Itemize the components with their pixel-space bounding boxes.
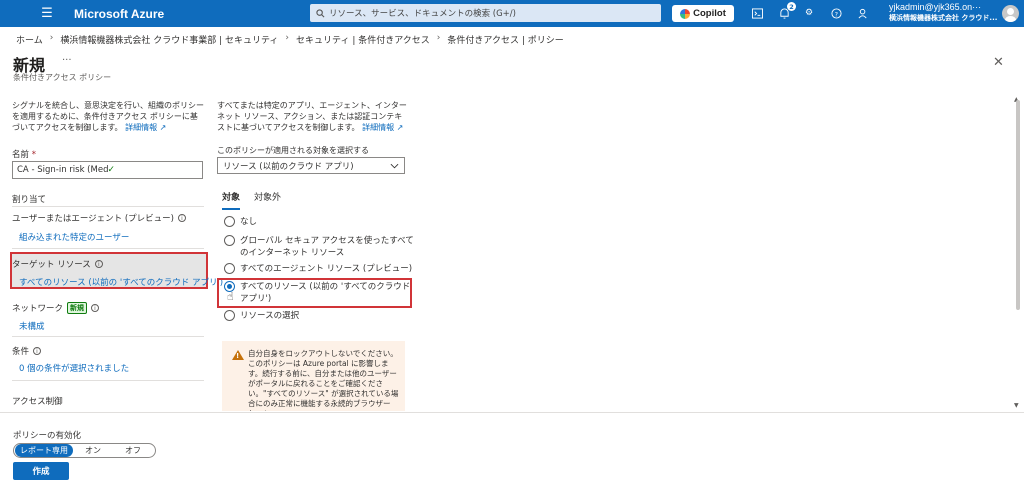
page-subtitle: 条件付きアクセス ポリシー [13,73,112,82]
divider [12,206,204,207]
account-name: yjkadmin@yjk365.on··· [889,2,982,12]
scope-label: このポリシーが適用される対象を選択する [217,146,369,155]
help-icon[interactable]: ? [827,4,845,22]
name-label: 名前 * [12,148,36,160]
breadcrumb-conditional-access[interactable]: セキュリティ | 条件付きアクセス [296,33,430,46]
breadcrumb-separator: › [436,33,441,43]
conditions-label-text: 条件 [12,347,30,357]
option-label: グローバル セキュア アクセスを使ったすべてのインターネット リソース [240,236,414,258]
left-intro: シグナルを統合し、意思決定を行い、組織のポリシーを適用するために、条件付きアクセ… [12,100,204,133]
radio-button[interactable] [224,235,235,246]
info-icon[interactable]: i [33,347,42,355]
toggle-report-only[interactable]: レポート専用 [15,444,73,457]
target-resources-label-text: ターゲット リソース [12,260,91,270]
copilot-label: Copilot [693,8,726,19]
right-intro: すべてまたは特定のアプリ、エージェント、インターネット リソース、アクション、ま… [217,100,410,133]
radio-button[interactable] [224,263,235,274]
option-none[interactable]: なし [224,216,414,228]
notification-badge: 2 [787,2,796,11]
divider [12,248,204,249]
cloud-shell-icon[interactable] [748,4,766,22]
scope-dropdown-value: リソース (以前のクラウド アプリ) [223,161,354,172]
access-controls-heading: アクセス制御 [12,397,63,407]
divider [12,380,204,381]
users-label-text: ユーザーまたはエージェント (プレビュー) [12,214,174,224]
tab-include[interactable]: 対象 [222,190,241,210]
account-org: 横浜情報機器株式会社 クラウド... [889,14,998,22]
new-badge: 新規 [67,302,88,314]
users-label: ユーザーまたはエージェント (プレビュー) i [12,212,186,224]
external-link-icon: ↗ [159,123,167,132]
settings-icon[interactable]: ⚙ [800,4,818,22]
scroll-down-arrow[interactable]: ▼ [1014,402,1019,409]
copilot-icon [680,8,691,19]
notifications-icon[interactable]: 2 [775,2,796,22]
include-exclude-tabs: 対象 対象外 [222,190,281,210]
breadcrumb-home[interactable]: ホーム [16,33,43,46]
avatar[interactable] [1002,5,1019,22]
left-learn-more-link[interactable]: 詳細情報 [125,123,157,132]
radio-button[interactable] [224,216,235,227]
toggle-on[interactable]: オン [73,444,113,457]
target-resources-label: ターゲット リソース i [12,258,103,270]
scrollbar-thumb[interactable] [1016,100,1020,310]
network-label: ネットワーク 新規 i [12,302,100,314]
required-marker: * [31,150,36,160]
search-input[interactable]: リソース、サービス、ドキュメントの検索 (G+/) [310,4,661,22]
network-link[interactable]: 未構成 [19,320,45,332]
radio-button[interactable] [224,310,235,321]
enable-policy-label: ポリシーの有効化 [13,431,82,441]
breadcrumb-separator: › [49,33,54,43]
option-label: すべてのエージェント リソース (プレビュー) [240,264,413,274]
policy-name-input[interactable]: CA - Sign-in risk (Medium+) require ··· … [12,161,203,179]
warning-icon [232,350,244,361]
name-label-text: 名前 [12,150,30,160]
option-internet-resources[interactable]: グローバル セキュア アクセスを使ったすべてのインターネット リソース [224,235,414,259]
option-label: なし [240,217,258,227]
tab-exclude[interactable]: 対象外 [254,190,281,210]
policy-name-value: CA - Sign-in risk (Medium+) require ··· [17,165,108,175]
target-resources-link[interactable]: すべてのリソース (以前の 'すべてのクラウド アプリ') [19,276,223,288]
lockout-warning: 自分自身をロックアウトしないでください。このポリシーは Azure portal… [222,341,405,411]
breadcrumb-separator: › [285,33,290,43]
brand-title[interactable]: Microsoft Azure [74,7,294,21]
toggle-off[interactable]: オフ [113,444,153,457]
chevron-down-icon [390,163,399,168]
hand-cursor-icon: ☝ [227,290,234,303]
option-all-resources[interactable]: すべてのリソース (以前の 'すべてのクラウド アプリ') [224,281,414,305]
option-label: リソースの選択 [240,311,300,321]
divider [12,336,204,337]
warning-text: 自分自身をロックアウトしないでください。このポリシーは Azure portal… [248,349,399,411]
scope-dropdown[interactable]: リソース (以前のクラウド アプリ) [217,157,405,174]
info-icon[interactable]: i [94,260,103,268]
feedback-icon[interactable] [854,4,872,22]
more-options-button[interactable]: ··· [62,55,72,66]
menu-icon[interactable]: ☰ [30,0,64,27]
option-agent-resources[interactable]: すべてのエージェント リソース (プレビュー) [224,263,414,275]
breadcrumb-policies[interactable]: 条件付きアクセス | ポリシー [447,33,563,46]
option-select-resources[interactable]: リソースの選択 [224,310,414,322]
network-label-text: ネットワーク [12,304,64,314]
close-button[interactable]: ✕ [993,55,1004,70]
breadcrumb: ホーム › 横浜情報機器株式会社 クラウド事業部 | セキュリティ › セキュリ… [16,33,564,46]
users-link[interactable]: 組み込まれた特定のユーザー [19,231,129,243]
checkmark-icon: ✓ [107,165,116,175]
info-icon[interactable]: i [91,304,100,312]
info-icon[interactable]: i [178,214,186,222]
right-learn-more-link[interactable]: 詳細情報 [362,123,394,132]
external-link-icon: ↗ [396,123,404,132]
create-button[interactable]: 作成 [13,462,69,480]
breadcrumb-security[interactable]: 横浜情報機器株式会社 クラウド事業部 | セキュリティ [60,33,278,46]
search-icon [316,8,325,17]
assignments-heading: 割り当て [12,195,47,205]
copilot-button[interactable]: Copilot [672,5,734,22]
svg-text:?: ? [834,10,837,18]
conditions-link[interactable]: 0 個の条件が選択されました [19,362,129,374]
option-label: すべてのリソース (以前の 'すべてのクラウド アプリ') [240,282,411,304]
account-menu[interactable]: yjkadmin@yjk365.on··· 横浜情報機器株式会社 クラウド... [889,2,1001,24]
conditions-label: 条件 i [12,345,42,357]
left-intro-text: シグナルを統合し、意思決定を行い、組織のポリシーを適用するために、条件付きアクセ… [12,101,204,132]
search-placeholder: リソース、サービス、ドキュメントの検索 (G+/) [329,9,516,19]
enable-policy-toggle: レポート専用 オン オフ [13,443,156,458]
